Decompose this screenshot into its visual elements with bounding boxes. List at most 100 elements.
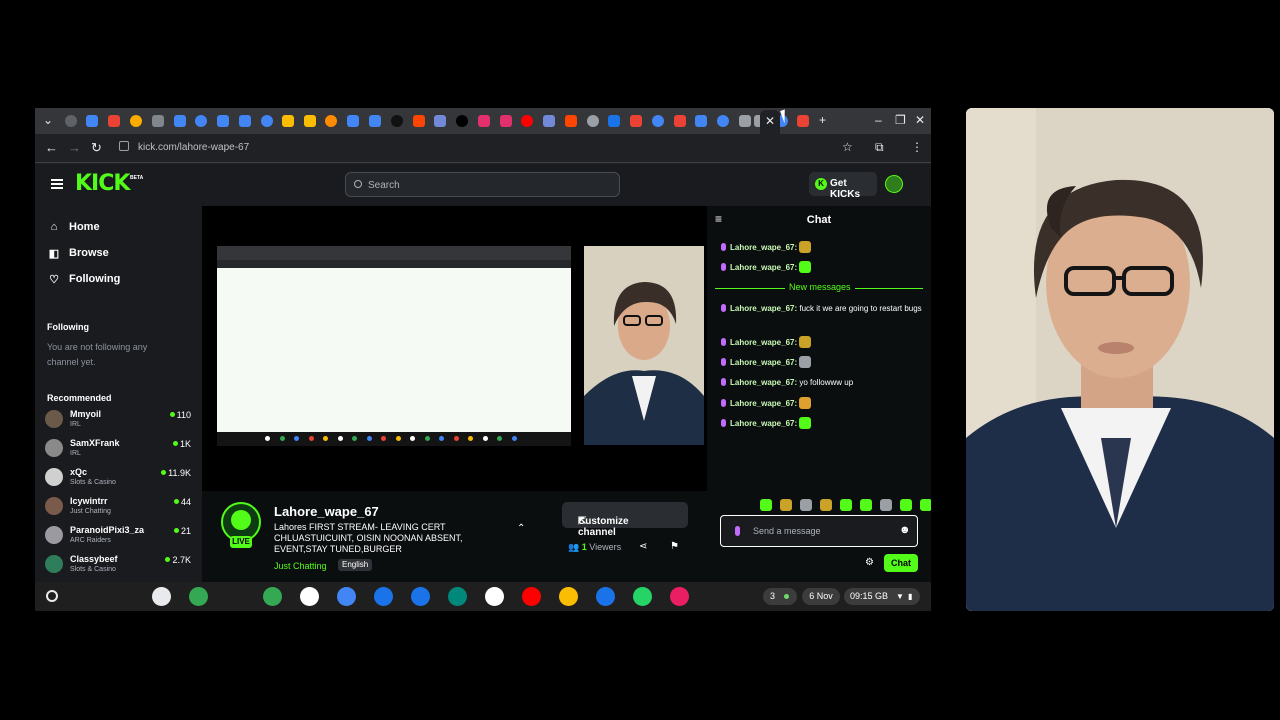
quick-emote-icon[interactable] (800, 499, 812, 511)
chat-send-button[interactable]: Chat (884, 554, 918, 572)
sidebar-item-following[interactable]: ♡ Following (47, 270, 197, 290)
kick-logo[interactable]: KICK (75, 171, 130, 196)
tab-favicon-icon[interactable] (413, 115, 425, 127)
bookmark-star-icon[interactable]: ☆ (842, 140, 853, 154)
youtube-icon[interactable] (522, 587, 541, 606)
quick-emote-icon[interactable] (760, 499, 772, 511)
quick-emote-icon[interactable] (920, 499, 931, 511)
stream-category[interactable]: Just Chatting (274, 561, 327, 571)
tab-favicon-icon[interactable] (65, 115, 77, 127)
chat-message[interactable]: Lahore_wape_67: yo followww up (721, 376, 926, 390)
cast-icon[interactable] (226, 587, 245, 606)
tab-favicon-icon[interactable] (739, 115, 751, 127)
tab-favicon-icon[interactable] (347, 115, 359, 127)
back-icon[interactable]: ← (45, 140, 58, 155)
chat-message[interactable]: Lahore_wape_67: (721, 336, 926, 350)
tab-favicon-icon[interactable] (565, 115, 577, 127)
apps-grid-icon[interactable] (263, 587, 282, 606)
customize-channel-button[interactable]: Customize channel ⇱ (562, 502, 688, 538)
address-bar[interactable]: kick.com/lahore-wape-67 (113, 138, 863, 159)
camera-icon[interactable] (596, 587, 615, 606)
video-player[interactable] (202, 206, 707, 491)
chevron-up-icon[interactable]: ⌃ (517, 523, 525, 534)
notification-pill[interactable]: 3 (763, 588, 797, 605)
gemini-icon[interactable] (152, 587, 171, 606)
recommended-channel[interactable]: ParanoidPixi3_za ARC Raiders 21 (45, 523, 195, 551)
chat-message[interactable]: Lahore_wape_67: (721, 241, 926, 255)
chat-username[interactable]: Lahore_wape_67: (730, 378, 797, 387)
tab-favicon-icon[interactable] (130, 115, 142, 127)
time-pill[interactable]: 09:15 GB ▼ ▮ (844, 588, 920, 605)
tab-active[interactable]: ✕ (760, 110, 780, 134)
reload-icon[interactable]: ↻ (91, 140, 102, 156)
launcher-icon[interactable] (46, 590, 58, 602)
get-kicks-button[interactable]: K Get KICKs (809, 172, 877, 200)
tab-favicon-icon[interactable] (456, 115, 468, 127)
menu-icon[interactable]: ⋮ (911, 140, 923, 154)
restore-icon[interactable]: ❐ (895, 113, 906, 127)
new-messages-divider[interactable]: New messages (715, 282, 923, 294)
tab-favicon-icon[interactable] (652, 115, 664, 127)
tab-favicon-icon[interactable] (587, 115, 599, 127)
user-avatar[interactable] (885, 175, 903, 193)
sidebar-item-browse[interactable]: ◧ Browse (47, 244, 197, 264)
chat-username[interactable]: Lahore_wape_67: (730, 263, 797, 272)
tab-favicon-icon[interactable] (304, 115, 316, 127)
tab-favicon-icon[interactable] (543, 115, 555, 127)
url-text[interactable]: kick.com/lahore-wape-67 (138, 142, 249, 153)
files-icon[interactable] (374, 587, 393, 606)
forward-icon[interactable]: → (68, 140, 81, 155)
close-window-icon[interactable]: ✕ (915, 113, 925, 127)
chat-username[interactable]: Lahore_wape_67: (730, 399, 797, 408)
app-icon[interactable] (670, 587, 689, 606)
tab-favicon-icon[interactable] (86, 115, 98, 127)
search-input[interactable] (368, 176, 608, 194)
recommended-channel[interactable]: Icywintrr Just Chatting 44 (45, 494, 195, 522)
tab-favicon-icon[interactable] (500, 115, 512, 127)
streamer-name[interactable]: Lahore_wape_67 (274, 504, 379, 519)
tab-favicon-icon[interactable] (282, 115, 294, 127)
hamburger-icon[interactable] (51, 179, 63, 189)
chat-message[interactable]: Lahore_wape_67: (721, 417, 926, 431)
chat-username[interactable]: Lahore_wape_67: (730, 358, 797, 367)
status-area[interactable]: 3 6 Nov 09:15 GB ▼ ▮ (760, 587, 925, 606)
chat-settings-icon[interactable]: ⚙ (865, 557, 874, 568)
chat-message-input[interactable] (753, 523, 893, 539)
chat-message[interactable]: Lahore_wape_67: fuck it we are going to … (721, 302, 926, 316)
tab-favicon-icon[interactable] (478, 115, 490, 127)
tab-favicon-icon[interactable] (391, 115, 403, 127)
recommended-channel[interactable]: Mmyoil IRL 110 (45, 407, 195, 435)
tab-favicon-icon[interactable] (152, 115, 164, 127)
quick-emote-icon[interactable] (780, 499, 792, 511)
tab-favicon-icon[interactable] (325, 115, 337, 127)
quick-emote-icon[interactable] (840, 499, 852, 511)
tab-favicon-icon[interactable] (369, 115, 381, 127)
recommended-channel[interactable]: xQc Slots & Casino 11.9K (45, 465, 195, 493)
chat-username[interactable]: Lahore_wape_67: (730, 243, 797, 252)
tab-favicon-icon[interactable] (195, 115, 207, 127)
chat-input-box[interactable]: ☻ (720, 515, 918, 547)
chat-username[interactable]: Lahore_wape_67: (730, 338, 797, 347)
chat-username[interactable]: Lahore_wape_67: (730, 304, 797, 313)
recommended-channel[interactable]: SamXFrank IRL 1K (45, 436, 195, 464)
close-tab-icon[interactable]: ✕ (765, 114, 775, 128)
quick-emote-icon[interactable] (880, 499, 892, 511)
photos-icon[interactable] (559, 587, 578, 606)
extensions-icon[interactable]: ⧉ (875, 140, 884, 155)
chat-username[interactable]: Lahore_wape_67: (730, 419, 797, 428)
whatsapp-icon[interactable] (633, 587, 652, 606)
tab-favicon-icon[interactable] (108, 115, 120, 127)
tab-favicon-icon[interactable] (434, 115, 446, 127)
sidebar-item-home[interactable]: ⌂ Home (47, 218, 197, 238)
minimize-icon[interactable]: – (875, 113, 882, 127)
quick-emote-icon[interactable] (820, 499, 832, 511)
gmail-icon[interactable] (300, 587, 319, 606)
messages-icon[interactable] (411, 587, 430, 606)
tab-favicon-icon[interactable] (261, 115, 273, 127)
tab-favicon-icon[interactable] (674, 115, 686, 127)
chrome-icon[interactable] (189, 587, 208, 606)
share-icon[interactable]: ⋖ (639, 541, 647, 552)
tab-favicon-icon[interactable] (695, 115, 707, 127)
chat-message[interactable]: Lahore_wape_67: (721, 261, 926, 275)
date-pill[interactable]: 6 Nov (802, 588, 840, 605)
